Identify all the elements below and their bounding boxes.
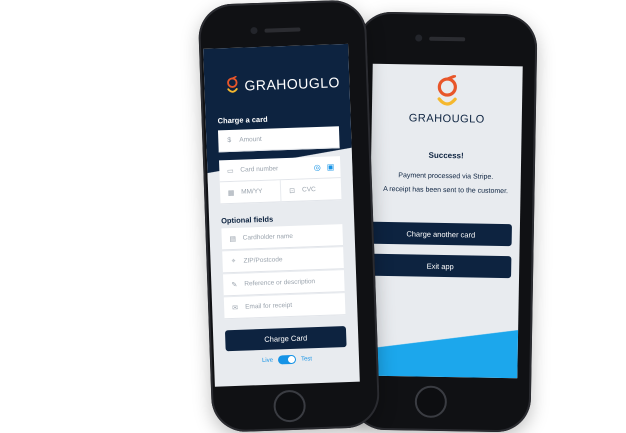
brand-logo-icon — [437, 74, 457, 106]
charge-another-card-button[interactable]: Charge another card — [369, 221, 512, 247]
decorative-blue-shape — [367, 315, 519, 379]
speaker — [264, 27, 301, 33]
location-icon: ⌖ — [231, 257, 236, 265]
nfc-icon[interactable]: ◎ — [314, 163, 321, 172]
speaker — [429, 36, 466, 42]
home-button[interactable] — [414, 385, 448, 419]
camera-scan-icon[interactable]: ▣ — [327, 162, 335, 171]
front-camera — [250, 26, 258, 35]
reference-placeholder: Reference or description — [244, 278, 316, 288]
calendar-icon: ▦ — [227, 189, 235, 197]
expiry-placeholder: MM/YY — [241, 187, 263, 196]
envelope-icon: ✉ — [232, 304, 239, 312]
success-message: Payment processed via Stripe. — [398, 172, 494, 181]
dollar-icon: $ — [227, 136, 232, 145]
email-field[interactable]: ✉ Email for receipt — [223, 293, 346, 320]
success-title: Success! — [428, 150, 464, 161]
receipt-message: A receipt has been sent to the customer. — [383, 185, 509, 196]
brand-logo-icon — [227, 75, 238, 93]
tag-icon: ✎ — [231, 281, 238, 289]
card-icon: ▭ — [226, 167, 234, 175]
amount-field[interactable]: $ Amount — [217, 126, 340, 153]
phone-charge: GRAHOUGLO Charge a card $ Amount ▭ Card … — [197, 0, 381, 433]
cvc-placeholder: CVC — [301, 186, 316, 194]
mode-switch: Live Test — [262, 354, 312, 365]
cardholder-name-field[interactable]: ▤ Cardholder name — [221, 224, 344, 251]
cvc-field[interactable]: ⊡ CVC — [280, 178, 342, 203]
phone-success: GRAHOUGLO Success! Payment processed via… — [350, 11, 538, 433]
charge-section-title: Charge a card — [217, 114, 268, 126]
reference-field[interactable]: ✎ Reference or description — [222, 270, 345, 297]
person-icon: ▤ — [229, 235, 237, 243]
zip-placeholder: ZIP/Postcode — [243, 256, 283, 265]
brand-name: GRAHOUGLO — [244, 74, 341, 94]
live-test-toggle[interactable] — [277, 354, 297, 365]
logo: GRAHOUGLO — [224, 72, 340, 96]
success-screen: GRAHOUGLO Success! Payment processed via… — [367, 63, 523, 379]
home-button[interactable] — [273, 389, 307, 423]
cardholder-placeholder: Cardholder name — [242, 232, 294, 242]
charge-screen: GRAHOUGLO Charge a card $ Amount ▭ Card … — [203, 43, 360, 387]
lock-icon: ⊡ — [289, 187, 296, 195]
live-label: Live — [261, 357, 274, 364]
front-camera — [415, 34, 423, 42]
logo: GRAHOUGLO — [372, 74, 523, 127]
card-number-placeholder: Card number — [240, 165, 279, 174]
optional-fields-title: Optional fields — [220, 214, 274, 226]
email-placeholder: Email for receipt — [245, 301, 293, 311]
expiry-field[interactable]: ▦ MM/YY — [219, 180, 281, 205]
brand-name: GRAHOUGLO — [408, 112, 485, 126]
zip-field[interactable]: ⌖ ZIP/Postcode — [222, 247, 344, 274]
amount-placeholder: Amount — [239, 135, 262, 144]
charge-card-button[interactable]: Charge Card — [224, 326, 347, 352]
exit-app-button[interactable]: Exit app — [369, 253, 512, 279]
test-label: Test — [300, 355, 313, 363]
